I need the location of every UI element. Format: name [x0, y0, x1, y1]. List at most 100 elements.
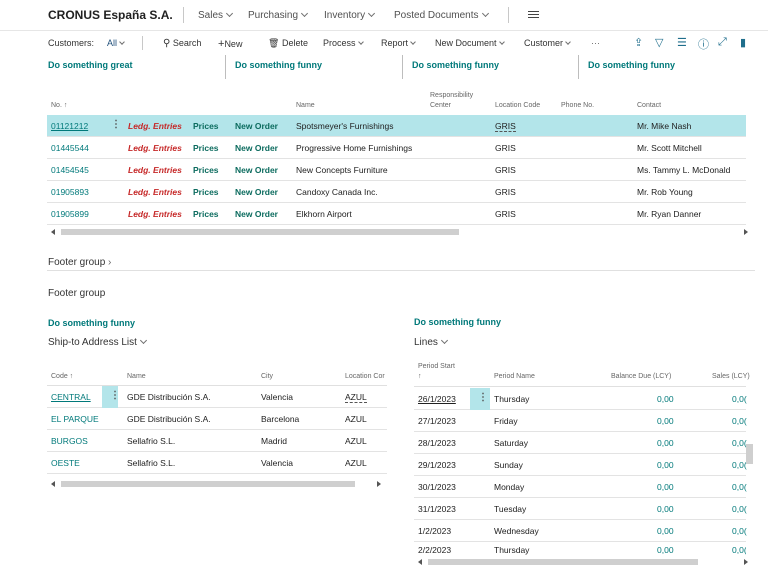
new-order-link[interactable]: New Order — [235, 143, 278, 153]
customer-menu[interactable]: Customer — [524, 38, 571, 48]
company-name[interactable]: CRONUS España S.A. — [48, 8, 173, 22]
prices-link[interactable]: Prices — [193, 121, 219, 131]
table-row[interactable]: 1/2/2023 Wednesday 0,00 0,0( — [414, 520, 747, 542]
more-options-button[interactable]: ··· — [591, 38, 600, 48]
ship-to-cue[interactable]: Do something funny — [48, 318, 135, 328]
column-header-sales[interactable]: Sales (LCY) — [712, 372, 750, 381]
period-start-link[interactable]: 26/1/2023 — [418, 394, 456, 404]
column-header-period-name[interactable]: Period Name — [494, 372, 535, 381]
table-row[interactable]: EL PARQUE GDE Distribución S.A. Barcelon… — [47, 408, 387, 430]
balance-due-value[interactable]: 0,00 — [657, 460, 674, 470]
balance-due-value[interactable]: 0,00 — [657, 416, 674, 426]
table-row[interactable]: OESTE Sellafrio S.L. Valencia AZUL — [47, 452, 387, 474]
scrollbar-thumb[interactable] — [428, 559, 698, 565]
new-button[interactable]: +New — [218, 38, 242, 50]
lines-horizontal-scrollbar[interactable] — [414, 556, 754, 567]
table-row[interactable]: 27/1/2023 Friday 0,00 0,0( — [414, 410, 747, 432]
scrollbar-thumb[interactable] — [61, 481, 355, 487]
ledger-entries-link[interactable]: Ledg. Entries — [128, 143, 182, 153]
column-header-center[interactable]: Center — [430, 101, 451, 110]
ledger-entries-link[interactable]: Ledg. Entries — [128, 121, 182, 131]
new-document-menu[interactable]: New Document — [435, 38, 505, 48]
scroll-right-arrow[interactable] — [377, 481, 381, 487]
column-header-contact[interactable]: Contact — [637, 101, 661, 110]
balance-due-value[interactable]: 0,00 — [657, 438, 674, 448]
prices-link[interactable]: Prices — [193, 143, 219, 153]
scroll-left-arrow[interactable] — [51, 229, 55, 235]
column-header-code[interactable]: Code ↑ — [51, 372, 73, 381]
row-menu-icon[interactable]: ⋮ — [478, 392, 488, 403]
ship-to-code-link[interactable]: BURGOS — [51, 436, 88, 446]
ledger-entries-link[interactable]: Ledg. Entries — [128, 165, 182, 175]
balance-due-value[interactable]: 0,00 — [657, 545, 674, 555]
table-row[interactable]: CENTRAL ⋮ GDE Distribución S.A. Valencia… — [47, 386, 387, 408]
new-order-link[interactable]: New Order — [235, 165, 278, 175]
sales-value[interactable]: 0,0( — [732, 482, 747, 492]
column-header-location[interactable]: Location Cor — [345, 372, 385, 381]
column-header-responsibility[interactable]: Responsibility — [430, 91, 473, 100]
scroll-right-arrow[interactable] — [744, 229, 748, 235]
scroll-right-arrow[interactable] — [744, 559, 748, 565]
table-row[interactable]: 31/1/2023 Tuesday 0,00 0,0( — [414, 498, 747, 520]
column-header-no[interactable]: No. ↑ — [51, 101, 67, 110]
table-row[interactable]: 01121212 ⋮ Ledg. Entries Prices New Orde… — [47, 115, 746, 137]
bookmark-icon[interactable]: ▮ — [740, 36, 746, 49]
row-menu-icon[interactable]: ⋮ — [110, 390, 120, 401]
hamburger-menu-icon[interactable] — [528, 11, 539, 20]
nav-sales[interactable]: Sales — [198, 9, 234, 21]
ship-to-title[interactable]: Ship-to Address List — [48, 336, 147, 348]
customer-no-link[interactable]: 01445544 — [51, 143, 89, 153]
cue-do-something-funny[interactable]: Do something funny — [235, 60, 322, 70]
customer-no-link[interactable]: 01905893 — [51, 187, 89, 197]
new-order-link[interactable]: New Order — [235, 121, 278, 131]
column-header-name[interactable]: Name — [127, 372, 146, 381]
sales-value[interactable]: 0,0( — [732, 416, 747, 426]
column-header-city[interactable]: City — [261, 372, 273, 381]
sales-value[interactable]: 0,0( — [732, 394, 747, 404]
ledger-entries-link[interactable]: Ledg. Entries — [128, 209, 182, 219]
new-order-link[interactable]: New Order — [235, 187, 278, 197]
prices-link[interactable]: Prices — [193, 165, 219, 175]
delete-button[interactable]: 🗑 Delete — [268, 38, 308, 49]
scroll-left-arrow[interactable] — [418, 559, 422, 565]
balance-due-value[interactable]: 0,00 — [657, 394, 674, 404]
customer-no-link[interactable]: 01121212 — [51, 121, 88, 131]
table-row[interactable]: 28/1/2023 Saturday 0,00 0,0( — [414, 432, 747, 454]
balance-due-value[interactable]: 0,00 — [657, 504, 674, 514]
customer-no-link[interactable]: 01905899 — [51, 209, 89, 219]
sales-value[interactable]: 0,0( — [732, 438, 747, 448]
sales-value[interactable]: 0,0( — [732, 545, 746, 555]
share-icon[interactable]: ⇪ — [634, 36, 643, 49]
sales-value[interactable]: 0,0( — [732, 460, 747, 470]
table-row[interactable]: 29/1/2023 Sunday 0,00 0,0( — [414, 454, 747, 476]
info-icon[interactable]: ⓘ — [698, 36, 709, 52]
ledger-entries-link[interactable]: Ledg. Entries — [128, 187, 182, 197]
prices-link[interactable]: Prices — [193, 209, 219, 219]
prices-link[interactable]: Prices — [193, 187, 219, 197]
column-header-balance-due[interactable]: Balance Due (LCY) — [611, 372, 671, 381]
filter-all-dropdown[interactable]: All — [107, 38, 125, 48]
main-horizontal-scrollbar[interactable] — [47, 226, 753, 237]
table-row[interactable]: 01445544 Ledg. Entries Prices New Order … — [47, 137, 746, 159]
table-row[interactable]: 2/2/2023 Thursday 0,00 0,0( — [414, 542, 746, 555]
ship-to-location[interactable]: AZUL — [345, 392, 367, 403]
cue-do-something-funny[interactable]: Do something funny — [588, 60, 675, 70]
column-header-phone[interactable]: Phone No. — [561, 101, 594, 110]
expand-icon[interactable]: ⤢ — [718, 36, 727, 49]
sales-value[interactable]: 0,0( — [732, 504, 747, 514]
footer-group-link[interactable]: Footer group › — [48, 257, 111, 268]
sort-ascending-icon[interactable]: ↑ — [418, 372, 422, 381]
table-row[interactable]: 26/1/2023 ⋮ Thursday 0,00 0,0( — [414, 388, 747, 410]
ship-to-horizontal-scrollbar[interactable] — [47, 478, 387, 489]
ship-to-code-link[interactable]: OESTE — [51, 458, 80, 468]
cue-do-something-great[interactable]: Do something great — [48, 60, 133, 70]
lines-cue[interactable]: Do something funny — [414, 317, 501, 327]
balance-due-value[interactable]: 0,00 — [657, 526, 674, 536]
nav-posted-documents[interactable]: Posted Documents — [394, 9, 489, 21]
nav-inventory[interactable]: Inventory — [324, 9, 376, 21]
filter-icon[interactable]: ▽ — [655, 36, 663, 49]
table-row[interactable]: 01905899 Ledg. Entries Prices New Order … — [47, 203, 746, 225]
lines-vertical-scrollbar-thumb[interactable] — [746, 444, 753, 464]
ship-to-code-link[interactable]: EL PARQUE — [51, 414, 99, 424]
column-header-name[interactable]: Name — [296, 101, 315, 110]
